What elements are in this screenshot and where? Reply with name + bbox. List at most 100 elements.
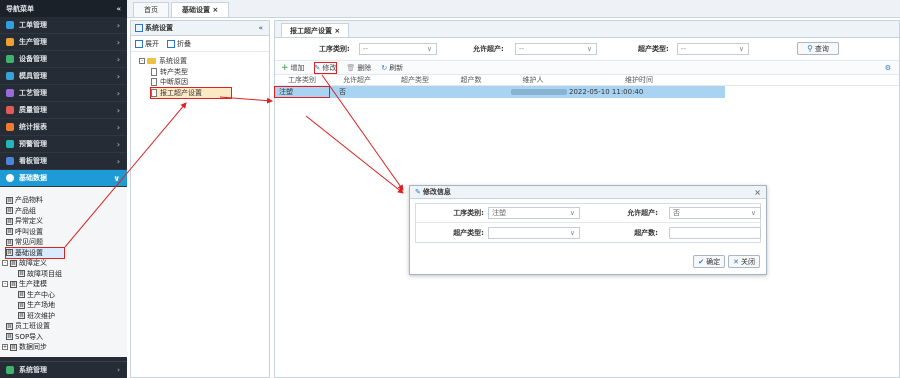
chevron-right-icon: › <box>116 156 120 166</box>
tree-item-label: 产品组 <box>15 206 36 215</box>
tree-item-production-center[interactable]: 目生产中心 <box>18 290 127 301</box>
tree-item-product-group[interactable]: 目产品组 <box>6 206 127 217</box>
overproduction-type-label: 超产类型: <box>638 45 669 53</box>
tree-node-icon: 目 <box>6 207 13 215</box>
tree-item-call-settings[interactable]: 目呼叫设置 <box>6 227 127 238</box>
column-header[interactable]: 工序类别 <box>275 75 329 85</box>
chevron-right-icon: › <box>116 88 120 98</box>
column-header[interactable]: 维护人 <box>497 75 569 85</box>
chevron-right-icon: › <box>116 105 120 115</box>
tree-item-label: SOP导入 <box>15 332 44 341</box>
settings-icon[interactable]: ⚙ <box>885 64 891 72</box>
select-value: 否 <box>673 209 680 217</box>
tree-item-product-material[interactable]: 目产品物料 <box>6 195 127 206</box>
tree-item-overproduction-settings[interactable]: 报工超产设置 <box>150 86 232 99</box>
collapse-icon <box>167 39 175 48</box>
tree-root-system-settings[interactable]: - 系统设置 <box>139 56 269 67</box>
delete-button[interactable]: 🗑 删除 <box>346 63 371 73</box>
close-icon[interactable]: × <box>754 188 761 197</box>
overproduction-type-select[interactable]: ∨ <box>488 226 580 239</box>
column-header[interactable]: 超产类型 <box>385 75 445 85</box>
tree-item-label: 异常定义 <box>15 217 43 226</box>
process-type-select[interactable]: -- ∨ <box>359 43 437 55</box>
tree-item-changeover-type[interactable]: 转产类型 <box>151 67 269 78</box>
allow-overproduction-select[interactable]: 否 ∨ <box>669 207 761 219</box>
tree-item-label: 基础设置 <box>15 248 43 257</box>
column-header[interactable]: 维护时间 <box>569 75 709 85</box>
nav-item-basic-data[interactable]: 基础数据 ∨ <box>0 170 127 187</box>
chevron-down-icon: ∨ <box>569 228 575 237</box>
nav-item[interactable]: 质量管理 › <box>0 102 127 119</box>
column-header[interactable]: 超产数 <box>445 75 497 85</box>
nav-item[interactable]: 生产管理 › <box>0 34 127 51</box>
tree-item-basic-settings[interactable]: 目基础设置 <box>5 246 65 259</box>
close-button[interactable]: ✕ 关闭 <box>728 255 760 268</box>
tab-basic-settings[interactable]: 基础设置 × <box>171 2 230 17</box>
tree-item-sop-import[interactable]: 目 SOP导入 <box>6 332 127 343</box>
tree-item-faq[interactable]: 目常见问题 <box>6 237 127 248</box>
chevron-right-icon: › <box>116 54 120 64</box>
nav-item-icon <box>6 38 14 46</box>
confirm-button[interactable]: ✔ 确定 <box>693 255 726 268</box>
cell-process-type: 注塑 <box>274 86 330 98</box>
tree-item-data-sync[interactable]: + 目数据同步 <box>2 342 127 353</box>
tree-node-icon: 目 <box>6 196 13 204</box>
refresh-button[interactable]: ↻ 刷新 <box>381 63 403 73</box>
nav-item[interactable]: 模具管理 › <box>0 68 127 85</box>
collapse-button[interactable]: 折叠 <box>167 39 191 49</box>
tree-item-exception-def[interactable]: 目异常定义 <box>6 216 127 227</box>
nav-item-label: 基础数据 <box>19 174 47 182</box>
edit-button[interactable]: ✎ 修改 <box>313 61 338 74</box>
tree-item-employee-shift[interactable]: 目员工班设置 <box>6 321 127 332</box>
query-button[interactable]: ⚲ 查询 <box>797 42 839 55</box>
overproduction-type-select[interactable]: -- ∨ <box>677 43 749 55</box>
dialog-title: ✎ 修改信息 <box>415 187 451 197</box>
add-button[interactable]: + 增加 <box>281 63 305 73</box>
table-row[interactable]: 注塑 否 2022-05-10 11:00:40 <box>274 86 725 98</box>
cell-maintain-time: 2022-05-10 11:00:40 <box>569 88 644 96</box>
tab-home[interactable]: 首页 <box>133 2 169 17</box>
tree-node-icon: 目 <box>6 322 13 330</box>
tree-item-production-model[interactable]: - 目生产建模 <box>2 279 127 290</box>
nav-item[interactable]: 统计报表 › <box>0 119 127 136</box>
tree-item-label: 呼叫设置 <box>15 227 43 236</box>
tree-item-label: 数据同步 <box>19 343 47 352</box>
grid-toolbar: + 增加 ✎ 修改 🗑 删除 ↻ 刷新 ⚙ <box>275 60 899 75</box>
nav-item[interactable]: 预警管理 › <box>0 136 127 153</box>
allow-overproduction-select[interactable]: -- ∨ <box>515 43 597 55</box>
nav-item[interactable]: 看板管理 › <box>0 153 127 170</box>
tree-item-production-site[interactable]: 目生产场地 <box>18 300 127 311</box>
nav-item-system-management[interactable]: 系统管理 › <box>0 361 127 378</box>
nav-item[interactable]: 工单管理 › <box>0 17 127 34</box>
nav-item-label: 质量管理 <box>19 106 47 114</box>
process-type-select[interactable]: 注塑 ∨ <box>488 207 580 219</box>
tab-overproduction-settings[interactable]: 报工超产设置 × <box>281 23 350 37</box>
collapse-toggle-icon[interactable]: - <box>2 281 8 288</box>
tree-item-fault-def[interactable]: - 目故障定义 <box>2 258 127 269</box>
tree-item-shift-maintain[interactable]: 目班次维护 <box>18 311 127 322</box>
overproduction-count-input[interactable] <box>669 226 761 239</box>
nav-item[interactable]: 设备管理 › <box>0 51 127 68</box>
document-icon <box>151 88 157 97</box>
chevron-down-icon: ∨ <box>750 209 756 217</box>
collapse-toggle-icon[interactable]: - <box>2 260 8 267</box>
expand-toggle-icon[interactable]: + <box>2 344 8 351</box>
column-header[interactable]: 允许超产 <box>329 75 385 85</box>
nav-collapse-icon[interactable]: « <box>116 5 121 13</box>
system-icon <box>6 366 14 374</box>
tree-item-fault-group[interactable]: 目故障项目组 <box>18 269 127 280</box>
tree-node-icon: 目 <box>18 312 25 320</box>
main-tab-bar: 报工超产设置 × <box>275 21 899 38</box>
expand-button[interactable]: 展开 <box>135 39 159 49</box>
grid-header: 工序类别 允许超产 超产类型 超产数 维护人 维护时间 <box>275 75 899 86</box>
panel-collapse-icon[interactable]: « <box>258 24 263 32</box>
select-value: -- <box>363 45 369 53</box>
blurred-name-mark <box>511 89 567 95</box>
collapse-toggle-icon[interactable]: - <box>139 58 145 65</box>
nav-item[interactable]: 工艺管理 › <box>0 85 127 102</box>
cell-allow-overproduction: 否 <box>339 88 346 96</box>
edit-info-dialog: ✎ 修改信息 × 工序类别: 注塑 ∨ 允许超产: 否 ∨ 超产类型: ∨ 超产数:… <box>409 185 767 275</box>
tree-item-interrupt-reason[interactable]: 中断原因 <box>151 77 269 88</box>
search-icon: ⚲ <box>807 44 813 53</box>
list-icon <box>135 24 143 32</box>
